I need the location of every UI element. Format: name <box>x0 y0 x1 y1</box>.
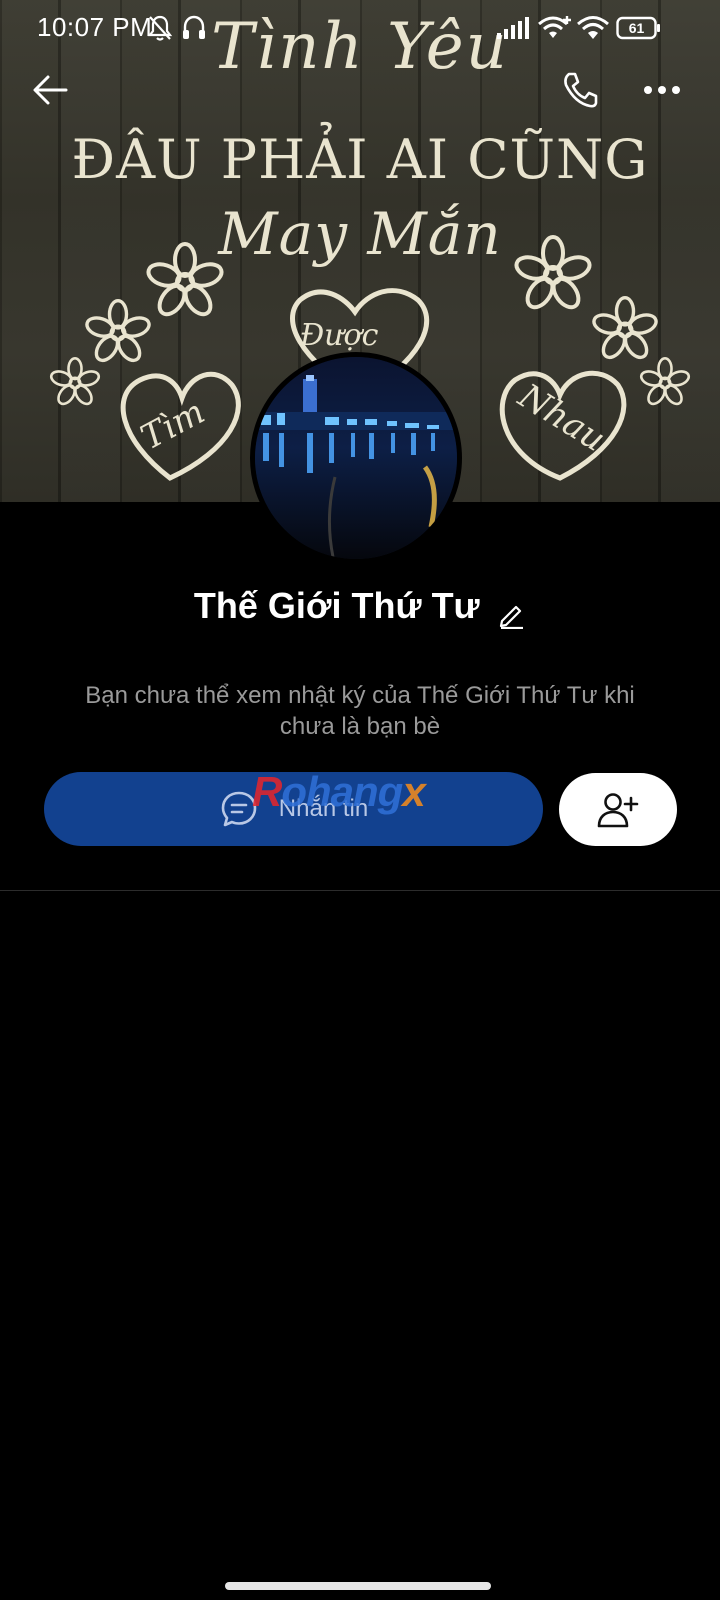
add-friend-button[interactable] <box>559 773 677 846</box>
signal-icon <box>497 17 529 39</box>
avatar-image <box>255 357 457 559</box>
battery-level: 61 <box>629 20 645 36</box>
flower-shape-2 <box>85 298 151 363</box>
wifi-plus-icon <box>538 16 571 38</box>
add-friend-icon <box>597 792 639 827</box>
headset-icon <box>183 15 205 39</box>
diary-restriction-message: Bạn chưa thể xem nhật ký của Thế Giới Th… <box>85 682 635 740</box>
cover-text-line2: ĐÂU PHẢI AI CŨNG <box>71 128 649 191</box>
flower-shape-3 <box>49 356 101 406</box>
watermark-logo: Rohangx <box>252 768 426 815</box>
profile-name-row: Thế Giới Thứ Tư <box>0 585 720 629</box>
more-icon[interactable] <box>642 78 682 102</box>
cover-heart-word-2: Được <box>300 318 379 353</box>
flower-shape-6 <box>639 356 691 406</box>
mute-bell-icon <box>147 15 173 41</box>
flower-shape-5 <box>592 295 658 360</box>
wifi-icon <box>577 16 609 39</box>
phone-icon[interactable] <box>560 70 600 110</box>
cover-text-line3: May Mắn <box>218 200 502 268</box>
status-time: 10:07 PM <box>37 12 153 42</box>
section-divider <box>0 890 720 891</box>
battery-icon: 61 <box>616 16 660 40</box>
profile-name: Thế Giới Thứ Tư <box>193 585 480 626</box>
back-arrow-icon[interactable] <box>30 70 70 110</box>
home-indicator[interactable] <box>225 1582 491 1590</box>
edit-pencil-icon[interactable] <box>496 599 526 629</box>
avatar[interactable] <box>250 352 462 564</box>
status-bar: 10:07 PM 61 <box>0 0 720 56</box>
